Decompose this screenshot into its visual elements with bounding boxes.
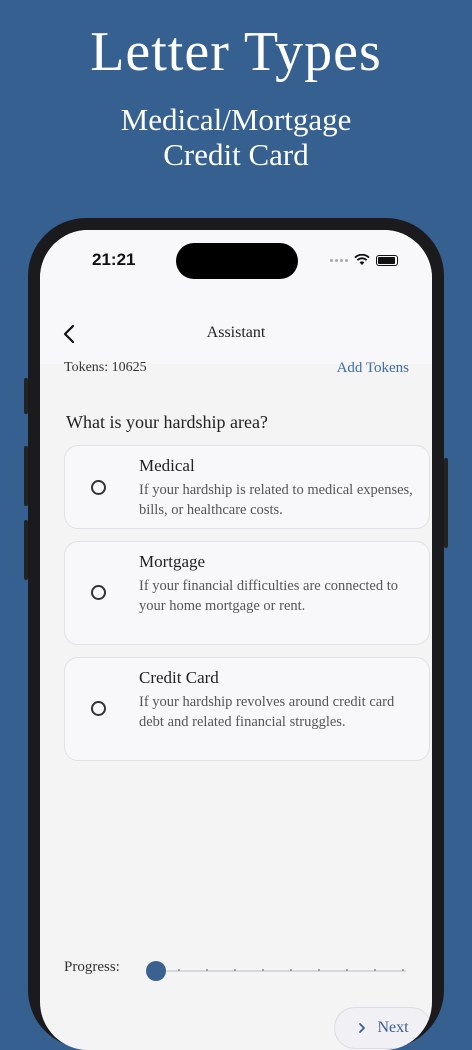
option-description: If your hardship revolves around credit … [139, 694, 395, 730]
phone-screen: 21:21 Assistant Tokens: 10625 Add Tokens… [40, 230, 432, 1050]
slider-tick [178, 969, 180, 971]
radio-credit-card[interactable] [91, 701, 106, 716]
progress-label: Progress: [64, 959, 120, 975]
add-tokens-link[interactable]: Add Tokens [337, 360, 409, 377]
status-time: 21:21 [92, 250, 136, 269]
slider-tick [262, 969, 264, 971]
phone-frame: 21:21 Assistant Tokens: 10625 Add Tokens… [24, 218, 448, 1050]
option-title: Mortgage [139, 552, 206, 571]
nav-title: Assistant [206, 324, 266, 341]
next-button[interactable]: Next [334, 1007, 432, 1049]
phone-side-button [24, 446, 28, 506]
option-description: If your financial difficulties are conne… [139, 578, 399, 614]
radio-mortgage[interactable] [91, 585, 106, 600]
signal-icon [330, 258, 348, 262]
option-credit-card[interactable]: Credit Card If your hardship revolves ar… [64, 657, 430, 761]
slider-tick [206, 969, 208, 971]
promo-title: Letter Types [90, 21, 382, 83]
phone-side-button [444, 458, 448, 548]
radio-medical[interactable] [91, 480, 106, 495]
wifi-icon [354, 254, 370, 265]
promo-subtitle-line2: Credit Card [163, 137, 309, 172]
tokens-count: Tokens: 10625 [64, 360, 147, 375]
promo-subtitle: Medical/Mortgage Credit Card [0, 102, 472, 172]
promo-subtitle-line1: Medical/Mortgage [120, 102, 352, 137]
dynamic-island [176, 243, 298, 279]
option-title: Medical [139, 456, 195, 475]
slider-tick [346, 969, 348, 971]
progress-slider[interactable] [150, 969, 406, 972]
next-button-label: Next [377, 1019, 409, 1036]
question-text: What is your hardship area? [66, 412, 268, 432]
option-title: Credit Card [139, 668, 219, 687]
phone-side-button [24, 378, 28, 414]
slider-tick [402, 969, 404, 971]
option-medical[interactable]: Medical If your hardship is related to m… [64, 445, 430, 529]
slider-tick [318, 969, 320, 971]
status-bar: 21:21 [40, 230, 432, 306]
status-icons [330, 254, 398, 266]
battery-icon [376, 254, 398, 266]
slider-tick [374, 969, 376, 971]
progress-slider-thumb[interactable] [146, 961, 166, 981]
phone-side-button [24, 520, 28, 580]
option-description: If your hardship is related to medical e… [139, 482, 413, 518]
slider-tick [234, 969, 236, 971]
option-mortgage[interactable]: Mortgage If your financial difficulties … [64, 541, 430, 645]
slider-tick [290, 969, 292, 971]
nav-bar: Assistant [40, 306, 432, 364]
